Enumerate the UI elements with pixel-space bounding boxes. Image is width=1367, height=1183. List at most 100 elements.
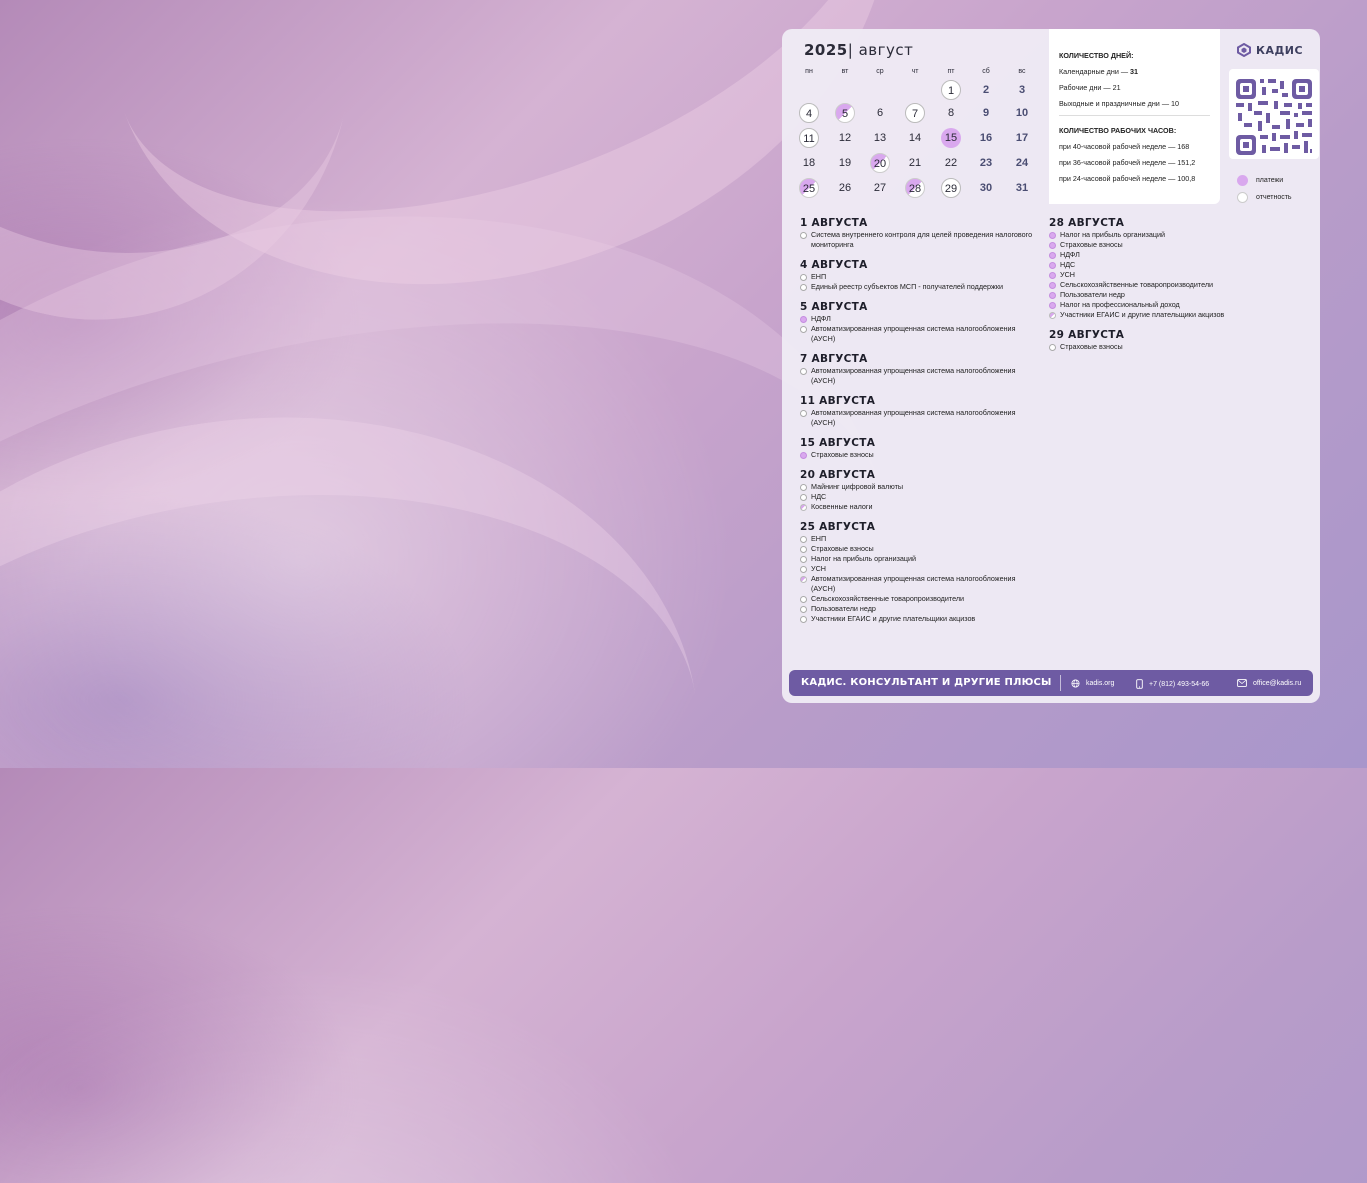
- deadline-item-label: Косвенные налоги: [811, 502, 873, 511]
- weekday-label: вт: [841, 68, 849, 75]
- weekday-label: пт: [947, 68, 955, 75]
- deadline-item: Пользователи недр: [800, 604, 1040, 614]
- calendar-day[interactable]: 5: [835, 103, 855, 123]
- weekday-label: ср: [876, 68, 884, 75]
- deadline-item-label: НДФЛ: [1060, 250, 1080, 259]
- calendar-day[interactable]: 2: [976, 80, 996, 100]
- calendar-day[interactable]: 20: [870, 153, 890, 173]
- deadline-item: УСН: [800, 564, 1040, 574]
- calendar-day[interactable]: 15: [941, 128, 961, 148]
- deadline-group: 15 АВГУСТА Страховые взносы: [800, 437, 1040, 460]
- payment-marker-icon: [1049, 231, 1056, 239]
- report-marker-icon: [800, 325, 807, 333]
- days-count-heading: КОЛИЧЕСТВО ДНЕЙ:: [1059, 51, 1134, 60]
- calendar-day[interactable]: 14: [905, 128, 925, 148]
- report-marker-icon: [1237, 192, 1248, 203]
- deadline-group: 4 АВГУСТА ЕНП Единый реестр субъектов МСП …: [800, 259, 1040, 292]
- deadline-item: НДФЛ: [800, 314, 1040, 324]
- calendar-day[interactable]: 8: [941, 103, 961, 123]
- payment-marker-icon: [1049, 281, 1056, 289]
- calendar-day[interactable]: 25: [799, 178, 819, 198]
- deadline-item: ЕНП: [800, 534, 1040, 544]
- calendar-day[interactable]: 12: [835, 128, 855, 148]
- calendar-day[interactable]: 9: [976, 103, 996, 123]
- calendar-day[interactable]: 21: [905, 153, 925, 173]
- deadline-item: Сельскохозяйственные товаропроизводители: [1049, 280, 1299, 290]
- deadline-item: НДФЛ: [1049, 250, 1299, 260]
- deadline-item: Страховые взносы: [1049, 240, 1299, 250]
- calendar-day[interactable]: 10: [1012, 103, 1032, 123]
- deadline-group: 20 АВГУСТА Майнинг цифровой валюты НДС Косв…: [800, 469, 1040, 512]
- deadline-item-label: Страховые взносы: [811, 450, 874, 459]
- calendar-day[interactable]: 27: [870, 178, 890, 198]
- qr-code-icon: [1236, 79, 1312, 155]
- calendar-day[interactable]: 17: [1012, 128, 1032, 148]
- calendar-day[interactable]: 31: [1012, 178, 1032, 198]
- calendar-day[interactable]: 24: [1012, 153, 1032, 173]
- month-calendar: 2025| август пн вт ср чт пт сб вс 1 2 3 4 5 6 7 8 9 10 1…: [782, 29, 1048, 229]
- calendar-day[interactable]: 28: [905, 178, 925, 198]
- qr-code[interactable]: [1229, 69, 1319, 159]
- deadline-group: 11 АВГУСТА Автоматизированная упрощенная …: [800, 395, 1040, 428]
- calendar-day[interactable]: 6: [870, 103, 890, 123]
- weekday-label: чт: [911, 68, 919, 75]
- deadline-item-label: Единый реестр субъектов МСП - получателе…: [811, 282, 1003, 291]
- work-days-row: Рабочие дни — 21: [1059, 83, 1121, 92]
- calendar-day[interactable]: 26: [835, 178, 855, 198]
- deadline-item: Система внутреннего контроля для целей п…: [800, 230, 1040, 250]
- deadline-item-label: Участники ЕГАИС и другие плательщики акц…: [1060, 310, 1225, 319]
- kadis-logo[interactable]: КАДИС: [1237, 43, 1303, 57]
- deadline-item: Косвенные налоги: [800, 502, 1040, 512]
- deadline-item: Автоматизированная упрощенная система на…: [800, 574, 1040, 594]
- report-marker-icon: [800, 409, 807, 417]
- logo-text: КАДИС: [1256, 43, 1304, 57]
- calendar-day[interactable]: 18: [799, 153, 819, 173]
- weekday-label: пн: [805, 68, 813, 75]
- tax-calendar-widget: 2025| август пн вт ср чт пт сб вс 1 2 3 4 5 6 7 8 9 10 1…: [782, 29, 1320, 703]
- calendar-title: 2025| август: [804, 41, 914, 59]
- calendar-day[interactable]: 16: [976, 128, 996, 148]
- deadline-item-label: Страховые взносы: [1060, 342, 1123, 351]
- calendar-day[interactable]: 19: [835, 153, 855, 173]
- calendar-day[interactable]: 3: [1012, 80, 1032, 100]
- deadline-item-label: Пользователи недр: [811, 604, 876, 613]
- calendar-day[interactable]: 23: [976, 153, 996, 173]
- calendar-day[interactable]: 4: [799, 103, 819, 123]
- deadline-item: Налог на профессиональный доход: [1049, 300, 1299, 310]
- deadline-item: НДС: [1049, 260, 1299, 270]
- footer-site-link[interactable]: kadis.org: [1071, 679, 1114, 688]
- hours-40-row: при 40-часовой рабочей неделе — 168: [1059, 142, 1190, 151]
- deadline-item-label: Сельскохозяйственные товаропроизводители: [811, 594, 965, 603]
- deadline-item-label: НДС: [811, 492, 827, 501]
- divider: [1059, 115, 1210, 116]
- deadline-item-label: ЕНП: [811, 272, 827, 281]
- month-summary-panel: КОЛИЧЕСТВО ДНЕЙ: Календарные дни — 31 Ра…: [1049, 29, 1220, 204]
- calendar-day[interactable]: 13: [870, 128, 890, 148]
- deadline-item-label: Налог на прибыль организаций: [811, 554, 917, 563]
- report-marker-icon: [800, 605, 807, 613]
- footer-phone-link[interactable]: +7 (812) 493-54-66: [1136, 679, 1209, 689]
- weekday-label: вс: [1018, 68, 1026, 75]
- legend-payments: платежи: [1237, 175, 1283, 186]
- report-marker-icon: [800, 555, 807, 563]
- deadlines-column-left: 1 АВГУСТА Система внутреннего контроля дл…: [800, 217, 1040, 633]
- calendar-day[interactable]: 30: [976, 178, 996, 198]
- footer-email-link[interactable]: office@kadis.ru: [1237, 679, 1301, 687]
- calendar-day[interactable]: 29: [941, 178, 961, 198]
- calendar-day[interactable]: 22: [941, 153, 961, 173]
- calendar-day[interactable]: 11: [799, 128, 819, 148]
- work-hours-heading: КОЛИЧЕСТВО РАБОЧИХ ЧАСОВ:: [1059, 126, 1177, 135]
- report-marker-icon: [800, 545, 807, 553]
- deadline-item-label: Майнинг цифровой валюты: [811, 482, 904, 491]
- calendar-day[interactable]: 1: [941, 80, 961, 100]
- calendar-day[interactable]: 7: [905, 103, 925, 123]
- phone-icon: [1136, 679, 1143, 689]
- deadline-item-label: ЕНП: [811, 534, 827, 543]
- deadline-date: 20 АВГУСТА: [800, 469, 876, 481]
- payment-marker-icon: [1049, 271, 1056, 279]
- deadline-date: 28 АВГУСТА: [1049, 217, 1125, 229]
- globe-icon: [1071, 679, 1080, 688]
- deadline-date: 15 АВГУСТА: [800, 437, 876, 449]
- deadline-item-label: Сельскохозяйственные товаропроизводители: [1060, 280, 1214, 289]
- deadline-item: Участники ЕГАИС и другие плательщики акц…: [1049, 310, 1299, 320]
